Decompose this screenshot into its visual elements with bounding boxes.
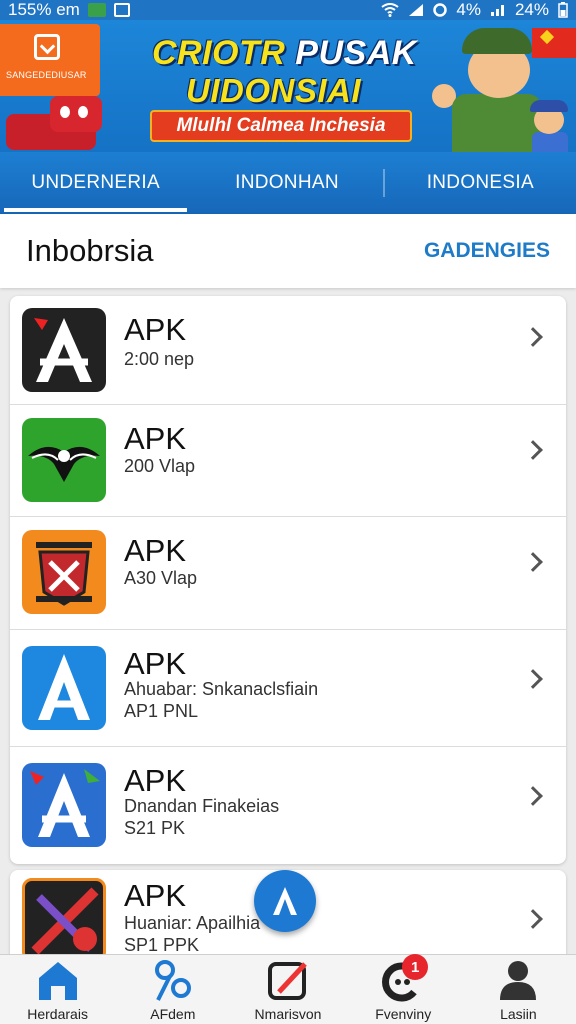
floating-action-button[interactable] bbox=[254, 870, 316, 932]
app-subtitle: 2:00 nep bbox=[124, 349, 195, 369]
tab-indonesia[interactable]: INDONESIA bbox=[385, 152, 576, 214]
nav-item-home[interactable]: Herdarais bbox=[0, 955, 115, 1024]
promo-banner[interactable]: SANGEDEDIUSAR CRIOTR PUSAK UIDONSIAI Mlu… bbox=[0, 20, 576, 152]
chevron-right-icon bbox=[523, 669, 543, 689]
nav-label: Lasiin bbox=[500, 1006, 537, 1022]
robot-illustration bbox=[0, 96, 104, 152]
app-subtitle: A30 Vlap bbox=[124, 568, 198, 588]
battery-percent: 4% bbox=[456, 0, 481, 19]
banner-title-part-b: PUSAK bbox=[295, 34, 417, 72]
cell-signal-icon bbox=[490, 5, 504, 16]
brand-logo: SANGEDEDIUSAR bbox=[0, 24, 100, 96]
list-item[interactable]: APK A30 Vlap bbox=[10, 517, 566, 629]
nav-item-share[interactable]: AFdem bbox=[115, 955, 230, 1024]
app-meta: AP1 PNL bbox=[124, 701, 199, 721]
logo-text: SANGEDEDIUSAR bbox=[6, 70, 87, 80]
share-icon bbox=[150, 958, 196, 1002]
status-bar: 155% em 4% 24% bbox=[0, 0, 576, 20]
app-title: APK bbox=[124, 763, 187, 798]
app-subtitle: 200 Vlap bbox=[124, 456, 196, 476]
nav-label: AFdem bbox=[150, 1006, 196, 1022]
app-icon-tools bbox=[22, 878, 106, 962]
battery-icon bbox=[558, 2, 568, 18]
app-list-card: APK 2:00 nep APK 200 Vlap APK A30 Vlap A… bbox=[10, 296, 566, 864]
chevron-right-icon bbox=[523, 909, 543, 929]
app-notification-icon bbox=[87, 3, 106, 17]
section-title: Inbobrsia bbox=[26, 233, 154, 268]
signal-percent: 24% bbox=[514, 0, 549, 19]
wifi-icon bbox=[381, 3, 399, 17]
app-subtitle: Huaniar: Apailhia bbox=[124, 913, 261, 933]
list-item[interactable]: APK Dnandan Finakeias S21 PK bbox=[10, 747, 566, 864]
app-title: APK bbox=[124, 533, 187, 568]
nav-item-edit[interactable]: Nmarisvon bbox=[230, 955, 345, 1024]
nav-label: Fvenviny bbox=[375, 1006, 432, 1022]
a-logo-icon bbox=[273, 887, 297, 915]
tab-indonhan[interactable]: INDONHAN bbox=[191, 152, 382, 214]
app-subtitle: Dnandan Finakeias bbox=[124, 796, 280, 816]
app-subtitle: Ahuabar: Snkanaclsfiain bbox=[124, 679, 319, 699]
chevron-right-icon bbox=[523, 552, 543, 572]
app-meta: S21 PK bbox=[124, 818, 186, 838]
banner-ribbon: Mlulhl Calmea Inchesia bbox=[150, 110, 412, 142]
app-icon-eagle bbox=[22, 418, 106, 502]
app-title: APK bbox=[124, 646, 187, 681]
banner-title-part-a: CRIOTR bbox=[152, 34, 296, 72]
nav-item-profile[interactable]: Lasiin bbox=[461, 955, 576, 1024]
app-title: APK bbox=[124, 421, 187, 456]
nav-label: Nmarisvon bbox=[254, 1006, 322, 1022]
app-icon-a-multicolor bbox=[22, 763, 106, 847]
edit-icon bbox=[265, 958, 311, 1002]
list-item[interactable]: APK Ahuabar: Snkanaclsfiain AP1 PNL bbox=[10, 630, 566, 746]
chevron-right-icon bbox=[523, 327, 543, 347]
nav-label: Herdarais bbox=[27, 1006, 88, 1022]
user-icon bbox=[495, 958, 541, 1002]
list-item[interactable]: APK 2:00 nep bbox=[10, 296, 566, 404]
status-left-text: 155% em bbox=[8, 0, 80, 19]
section-header: Inbobrsia GADENGIES bbox=[0, 214, 576, 288]
nav-item-chat[interactable]: 1 Fvenviny bbox=[346, 954, 461, 1024]
chat-icon: 1 bbox=[380, 954, 429, 1002]
app-meta: SP1 PPK bbox=[124, 935, 200, 955]
app-icon-a-blue bbox=[22, 646, 106, 730]
logo-mark-icon bbox=[34, 34, 60, 60]
bottom-navigation: Herdarais AFdem Nmarisvon 1 Fvenviny Las… bbox=[0, 954, 576, 1024]
app-title: APK bbox=[124, 878, 187, 913]
home-icon bbox=[35, 958, 81, 1002]
signal-icon bbox=[409, 4, 424, 16]
mascot-illustration bbox=[432, 24, 576, 152]
gallery-notification-icon bbox=[113, 3, 130, 17]
flag-icon bbox=[532, 28, 576, 58]
section-link[interactable]: GADENGIES bbox=[424, 239, 550, 263]
banner-title-line1: CRIOTR PUSAK bbox=[152, 34, 417, 73]
tab-bar: UNDERNERIA INDONHAN INDONESIA bbox=[0, 152, 576, 214]
banner-title-line2: UIDONSIAI bbox=[186, 72, 362, 109]
app-icon-a-dark bbox=[22, 308, 106, 392]
list-item[interactable]: APK 200 Vlap bbox=[10, 405, 566, 516]
chevron-right-icon bbox=[523, 786, 543, 806]
app-title: APK bbox=[124, 312, 187, 347]
tab-undernerias[interactable]: UNDERNERIA bbox=[0, 152, 191, 214]
app-icon-shield bbox=[22, 530, 106, 614]
alarm-icon bbox=[433, 3, 448, 17]
chevron-right-icon bbox=[523, 440, 543, 460]
